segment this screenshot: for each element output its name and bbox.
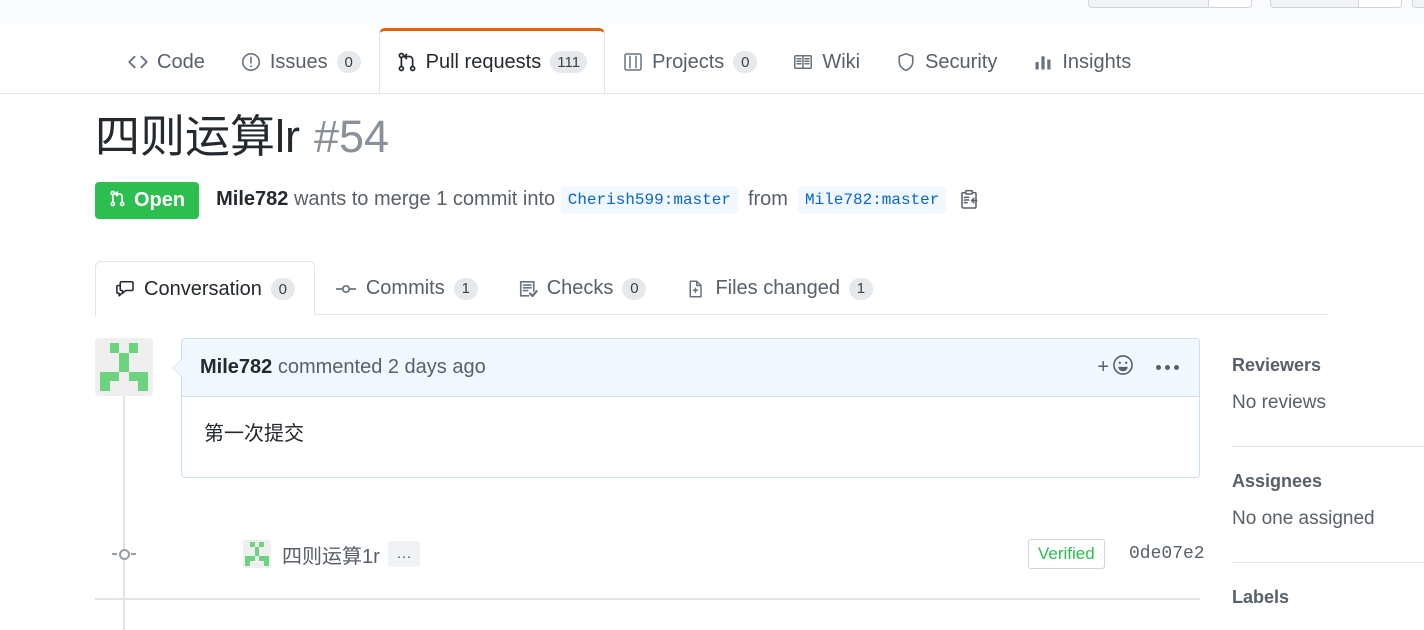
sidebar-title[interactable]: Labels: [1232, 587, 1424, 608]
star-count[interactable]: [1358, 0, 1402, 8]
pr-title-text: 四则运算lr: [95, 111, 300, 162]
tab-files-changed[interactable]: Files changed 1: [666, 261, 893, 315]
pull-request-header: 四则运算lr #54 Open Mile782 wants to merge 1…: [95, 112, 1329, 219]
nav-item-security[interactable]: Security: [878, 30, 1015, 93]
tab-label: Checks: [546, 277, 614, 299]
head-branch-ref[interactable]: Mile782:master: [797, 185, 947, 215]
star-button[interactable]: [1270, 0, 1358, 8]
watch-count[interactable]: [1208, 0, 1252, 8]
book-icon: [793, 52, 813, 72]
merge-text-before: wants to merge 1 commit into: [288, 188, 561, 211]
project-icon: [623, 52, 643, 72]
smiley-icon: [1112, 354, 1134, 382]
timeline-divider: [95, 598, 1200, 600]
pr-author[interactable]: Mile782: [216, 188, 288, 211]
nav-item-issues[interactable]: Issues 0: [223, 30, 379, 93]
page-title: 四则运算lr #54: [95, 112, 1329, 162]
comment-body: 第一次提交: [204, 423, 304, 445]
nav-item-projects[interactable]: Projects 0: [605, 30, 775, 93]
plus-icon: +: [1097, 356, 1109, 378]
sidebar-title[interactable]: Assignees: [1232, 471, 1424, 492]
sidebar-section-labels: Labels: [1232, 587, 1424, 630]
nav-label: Pull requests: [425, 51, 542, 73]
comment-actions: +: [1097, 354, 1181, 382]
tab-label: Files changed: [715, 277, 840, 299]
watch-button[interactable]: [1088, 0, 1208, 8]
star-button-group[interactable]: [1270, 0, 1402, 8]
nav-label: Issues: [269, 51, 328, 73]
nav-counter: 0: [336, 51, 361, 73]
status-badge-label: Open: [134, 189, 186, 211]
tab-checks[interactable]: Checks 0: [498, 261, 667, 315]
issue-icon: [241, 52, 261, 72]
file-diff-icon: [686, 279, 706, 299]
timeline-rail: [123, 390, 125, 630]
commit-author-avatar[interactable]: [243, 540, 271, 568]
checklist-icon: [518, 279, 538, 299]
comment-icon: [115, 279, 135, 299]
repo-navigation: Code Issues 0 Pull requests 111 Projects…: [0, 28, 1424, 94]
tab-counter: 1: [453, 277, 478, 300]
nav-item-code[interactable]: Code: [110, 30, 223, 93]
status-badge: Open: [95, 181, 200, 219]
merge-text-from: from: [747, 188, 788, 211]
comment-author[interactable]: Mile782: [200, 356, 272, 378]
nav-label: Code: [157, 51, 205, 73]
repo-actions-bar: [0, 0, 1424, 24]
comment-header: Mile782 commented 2 days ago +: [182, 339, 1199, 397]
tab-label: Conversation: [144, 277, 262, 300]
commit-expand-button[interactable]: …: [388, 541, 420, 567]
fork-button-group[interactable]: [1412, 0, 1424, 8]
pull-request-tabs: Conversation 0 Commits 1 Checks 0 Files …: [95, 261, 1329, 316]
pull-request-sidebar: Reviewers No reviews Assignees No one as…: [1232, 355, 1424, 630]
pr-number: #54: [313, 111, 390, 162]
nav-counter: 111: [550, 51, 588, 73]
tab-conversation[interactable]: Conversation 0: [95, 261, 315, 316]
add-reaction-button[interactable]: +: [1097, 354, 1134, 382]
copy-branch-icon[interactable]: [958, 189, 980, 211]
commit-sha[interactable]: 0de07e2: [1129, 544, 1205, 564]
nav-label: Projects: [652, 51, 725, 73]
nav-label: Wiki: [822, 51, 861, 73]
nav-item-wiki[interactable]: Wiki: [775, 30, 878, 93]
tab-counter: 1: [848, 277, 873, 300]
sidebar-section-reviewers: Reviewers No reviews: [1232, 355, 1424, 432]
sidebar-title[interactable]: Reviewers: [1232, 355, 1424, 376]
sidebar-value: No reviews: [1232, 392, 1326, 413]
tab-counter: 0: [270, 278, 295, 300]
comment-timestamp: commented 2 days ago: [272, 356, 486, 378]
tab-label: Commits: [365, 277, 445, 299]
fork-button[interactable]: [1412, 0, 1424, 8]
sidebar-divider: [1232, 446, 1424, 447]
comment-card: Mile782 commented 2 days ago + 第一次提交: [172, 338, 1200, 478]
comment-byline: Mile782 commented 2 days ago: [200, 356, 486, 379]
graph-icon: [1033, 52, 1053, 72]
sidebar-value: No one assigned: [1232, 508, 1375, 529]
nav-label: Insights: [1062, 51, 1132, 73]
code-icon: [128, 52, 148, 72]
github-pull-request-page: Code Issues 0 Pull requests 111 Projects…: [0, 0, 1424, 630]
pr-open-icon: [109, 190, 126, 211]
commit-node-icon: [112, 543, 136, 565]
verified-badge[interactable]: Verified: [1028, 538, 1105, 570]
nav-counter: 0: [733, 51, 758, 73]
shield-icon: [896, 52, 916, 72]
nav-label: Security: [925, 51, 998, 73]
watch-button-group[interactable]: [1088, 0, 1252, 8]
comment-menu-button[interactable]: [1154, 359, 1181, 376]
pr-icon: [397, 52, 417, 72]
commit-icon: [335, 279, 357, 299]
nav-item-insights[interactable]: Insights: [1015, 30, 1149, 93]
base-branch-ref[interactable]: Cherish599:master: [560, 185, 738, 215]
merge-description: Mile782 wants to merge 1 commit into Che…: [216, 185, 980, 215]
pull-request-subheader: Open Mile782 wants to merge 1 commit int…: [95, 181, 1329, 219]
avatar[interactable]: [95, 338, 153, 396]
timeline-commit-row: 四则运算1r … Verified 0de07e2: [95, 528, 1205, 580]
commit-message[interactable]: 四则运算1r: [282, 540, 380, 569]
tab-commits[interactable]: Commits 1: [315, 261, 498, 315]
nav-item-pull-requests[interactable]: Pull requests 111: [378, 28, 606, 93]
sidebar-divider: [1232, 562, 1424, 563]
tab-counter: 0: [622, 277, 647, 300]
sidebar-section-assignees: Assignees No one assigned: [1232, 471, 1424, 548]
